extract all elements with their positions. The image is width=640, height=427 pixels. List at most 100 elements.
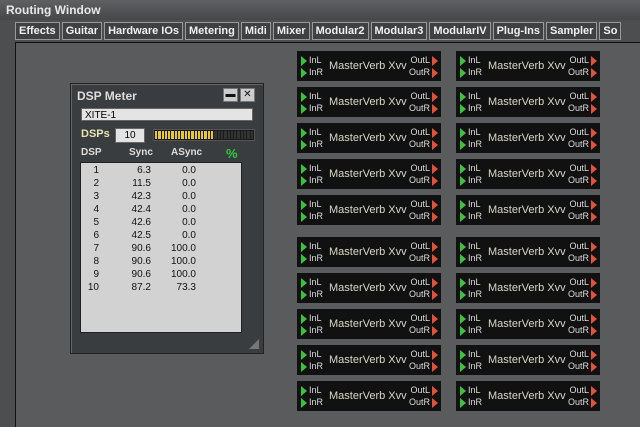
output-l-port[interactable]: OutL: [569, 127, 597, 138]
input-r-port[interactable]: InR: [460, 361, 482, 372]
plugin-module[interactable]: InL InR MasterVerb Xvv OutL OutR: [456, 87, 600, 117]
plugin-module[interactable]: InL InR MasterVerb Xvv OutL OutR: [456, 159, 600, 189]
input-r-port[interactable]: InR: [301, 289, 323, 300]
output-l-port[interactable]: OutL: [569, 313, 597, 324]
input-r-port[interactable]: InR: [460, 253, 482, 264]
output-r-port[interactable]: OutR: [409, 361, 438, 372]
input-l-port[interactable]: InL: [460, 385, 481, 396]
tab-effects[interactable]: Effects: [15, 22, 60, 40]
output-r-port[interactable]: OutR: [568, 325, 597, 336]
tab-plug-ins[interactable]: Plug-Ins: [492, 22, 544, 40]
input-l-port[interactable]: InL: [301, 55, 322, 66]
input-l-port[interactable]: InL: [460, 241, 481, 252]
output-l-port[interactable]: OutL: [410, 241, 438, 252]
input-l-port[interactable]: InL: [460, 127, 481, 138]
output-r-port[interactable]: OutR: [568, 397, 597, 408]
plugin-module[interactable]: InL InR MasterVerb Xvv OutL OutR: [297, 87, 441, 117]
output-r-port[interactable]: OutR: [568, 139, 597, 150]
input-r-port[interactable]: InR: [301, 325, 323, 336]
output-l-port[interactable]: OutL: [410, 55, 438, 66]
plugin-module[interactable]: InL InR MasterVerb Xvv OutL OutR: [297, 159, 441, 189]
input-r-port[interactable]: InR: [460, 67, 482, 78]
plugin-module[interactable]: InL InR MasterVerb Xvv OutL OutR: [456, 195, 600, 225]
input-r-port[interactable]: InR: [460, 211, 482, 222]
tab-modular3[interactable]: Modular3: [370, 22, 428, 40]
input-l-port[interactable]: InL: [301, 163, 322, 174]
output-l-port[interactable]: OutL: [569, 163, 597, 174]
input-r-port[interactable]: InR: [301, 211, 323, 222]
input-l-port[interactable]: InL: [301, 277, 322, 288]
input-r-port[interactable]: InR: [460, 103, 482, 114]
plugin-module[interactable]: InL InR MasterVerb Xvv OutL OutR: [456, 273, 600, 303]
output-l-port[interactable]: OutL: [410, 199, 438, 210]
plugin-module[interactable]: InL InR MasterVerb Xvv OutL OutR: [297, 51, 441, 81]
output-l-port[interactable]: OutL: [410, 385, 438, 396]
output-r-port[interactable]: OutR: [409, 253, 438, 264]
input-l-port[interactable]: InL: [460, 313, 481, 324]
input-r-port[interactable]: InR: [301, 175, 323, 186]
input-l-port[interactable]: InL: [301, 91, 322, 102]
percent-toggle-icon[interactable]: %: [226, 146, 238, 161]
plugin-module[interactable]: InL InR MasterVerb Xvv OutL OutR: [456, 345, 600, 375]
plugin-module[interactable]: InL InR MasterVerb Xvv OutL OutR: [297, 309, 441, 339]
tab-guitar[interactable]: Guitar: [61, 22, 103, 40]
output-l-port[interactable]: OutL: [569, 55, 597, 66]
close-button[interactable]: ✕: [240, 88, 255, 102]
output-r-port[interactable]: OutR: [568, 289, 597, 300]
input-r-port[interactable]: InR: [301, 67, 323, 78]
output-r-port[interactable]: OutR: [568, 253, 597, 264]
plugin-module[interactable]: InL InR MasterVerb Xvv OutL OutR: [297, 381, 441, 411]
output-r-port[interactable]: OutR: [409, 67, 438, 78]
output-r-port[interactable]: OutR: [568, 67, 597, 78]
plugin-module[interactable]: InL InR MasterVerb Xvv OutL OutR: [297, 273, 441, 303]
input-r-port[interactable]: InR: [301, 103, 323, 114]
output-l-port[interactable]: OutL: [410, 163, 438, 174]
input-l-port[interactable]: InL: [460, 199, 481, 210]
output-l-port[interactable]: OutL: [569, 349, 597, 360]
input-l-port[interactable]: InL: [460, 55, 481, 66]
output-l-port[interactable]: OutL: [410, 277, 438, 288]
dsps-count-field[interactable]: 10: [115, 128, 145, 143]
input-l-port[interactable]: InL: [301, 349, 322, 360]
output-l-port[interactable]: OutL: [569, 385, 597, 396]
tab-midi[interactable]: Midi: [240, 22, 271, 40]
plugin-module[interactable]: InL InR MasterVerb Xvv OutL OutR: [456, 51, 600, 81]
tab-so[interactable]: So: [599, 22, 622, 40]
tab-hardware-ios[interactable]: Hardware IOs: [104, 22, 184, 40]
output-l-port[interactable]: OutL: [410, 91, 438, 102]
output-l-port[interactable]: OutL: [569, 199, 597, 210]
input-l-port[interactable]: InL: [301, 127, 322, 138]
tab-mixer[interactable]: Mixer: [272, 22, 310, 40]
resize-grip-icon[interactable]: [249, 339, 259, 349]
input-r-port[interactable]: InR: [460, 175, 482, 186]
plugin-module[interactable]: InL InR MasterVerb Xvv OutL OutR: [297, 195, 441, 225]
output-r-port[interactable]: OutR: [409, 139, 438, 150]
output-r-port[interactable]: OutR: [568, 175, 597, 186]
input-r-port[interactable]: InR: [301, 253, 323, 264]
input-l-port[interactable]: InL: [301, 241, 322, 252]
tab-sampler[interactable]: Sampler: [545, 22, 598, 40]
input-r-port[interactable]: InR: [301, 397, 323, 408]
output-l-port[interactable]: OutL: [410, 313, 438, 324]
output-r-port[interactable]: OutR: [409, 289, 438, 300]
output-r-port[interactable]: OutR: [409, 325, 438, 336]
output-r-port[interactable]: OutR: [568, 361, 597, 372]
plugin-module[interactable]: InL InR MasterVerb Xvv OutL OutR: [456, 123, 600, 153]
plugin-module[interactable]: InL InR MasterVerb Xvv OutL OutR: [456, 381, 600, 411]
output-l-port[interactable]: OutL: [410, 127, 438, 138]
output-r-port[interactable]: OutR: [409, 397, 438, 408]
output-r-port[interactable]: OutR: [568, 103, 597, 114]
input-r-port[interactable]: InR: [301, 139, 323, 150]
output-r-port[interactable]: OutR: [409, 211, 438, 222]
input-r-port[interactable]: InR: [460, 289, 482, 300]
tab-metering[interactable]: Metering: [185, 22, 239, 40]
input-r-port[interactable]: InR: [460, 397, 482, 408]
plugin-module[interactable]: InL InR MasterVerb Xvv OutL OutR: [297, 237, 441, 267]
input-r-port[interactable]: InR: [460, 325, 482, 336]
plugin-module[interactable]: InL InR MasterVerb Xvv OutL OutR: [297, 123, 441, 153]
input-l-port[interactable]: InL: [460, 163, 481, 174]
tab-modular2[interactable]: Modular2: [311, 22, 369, 40]
input-r-port[interactable]: InR: [301, 361, 323, 372]
output-l-port[interactable]: OutL: [569, 241, 597, 252]
output-r-port[interactable]: OutR: [409, 175, 438, 186]
